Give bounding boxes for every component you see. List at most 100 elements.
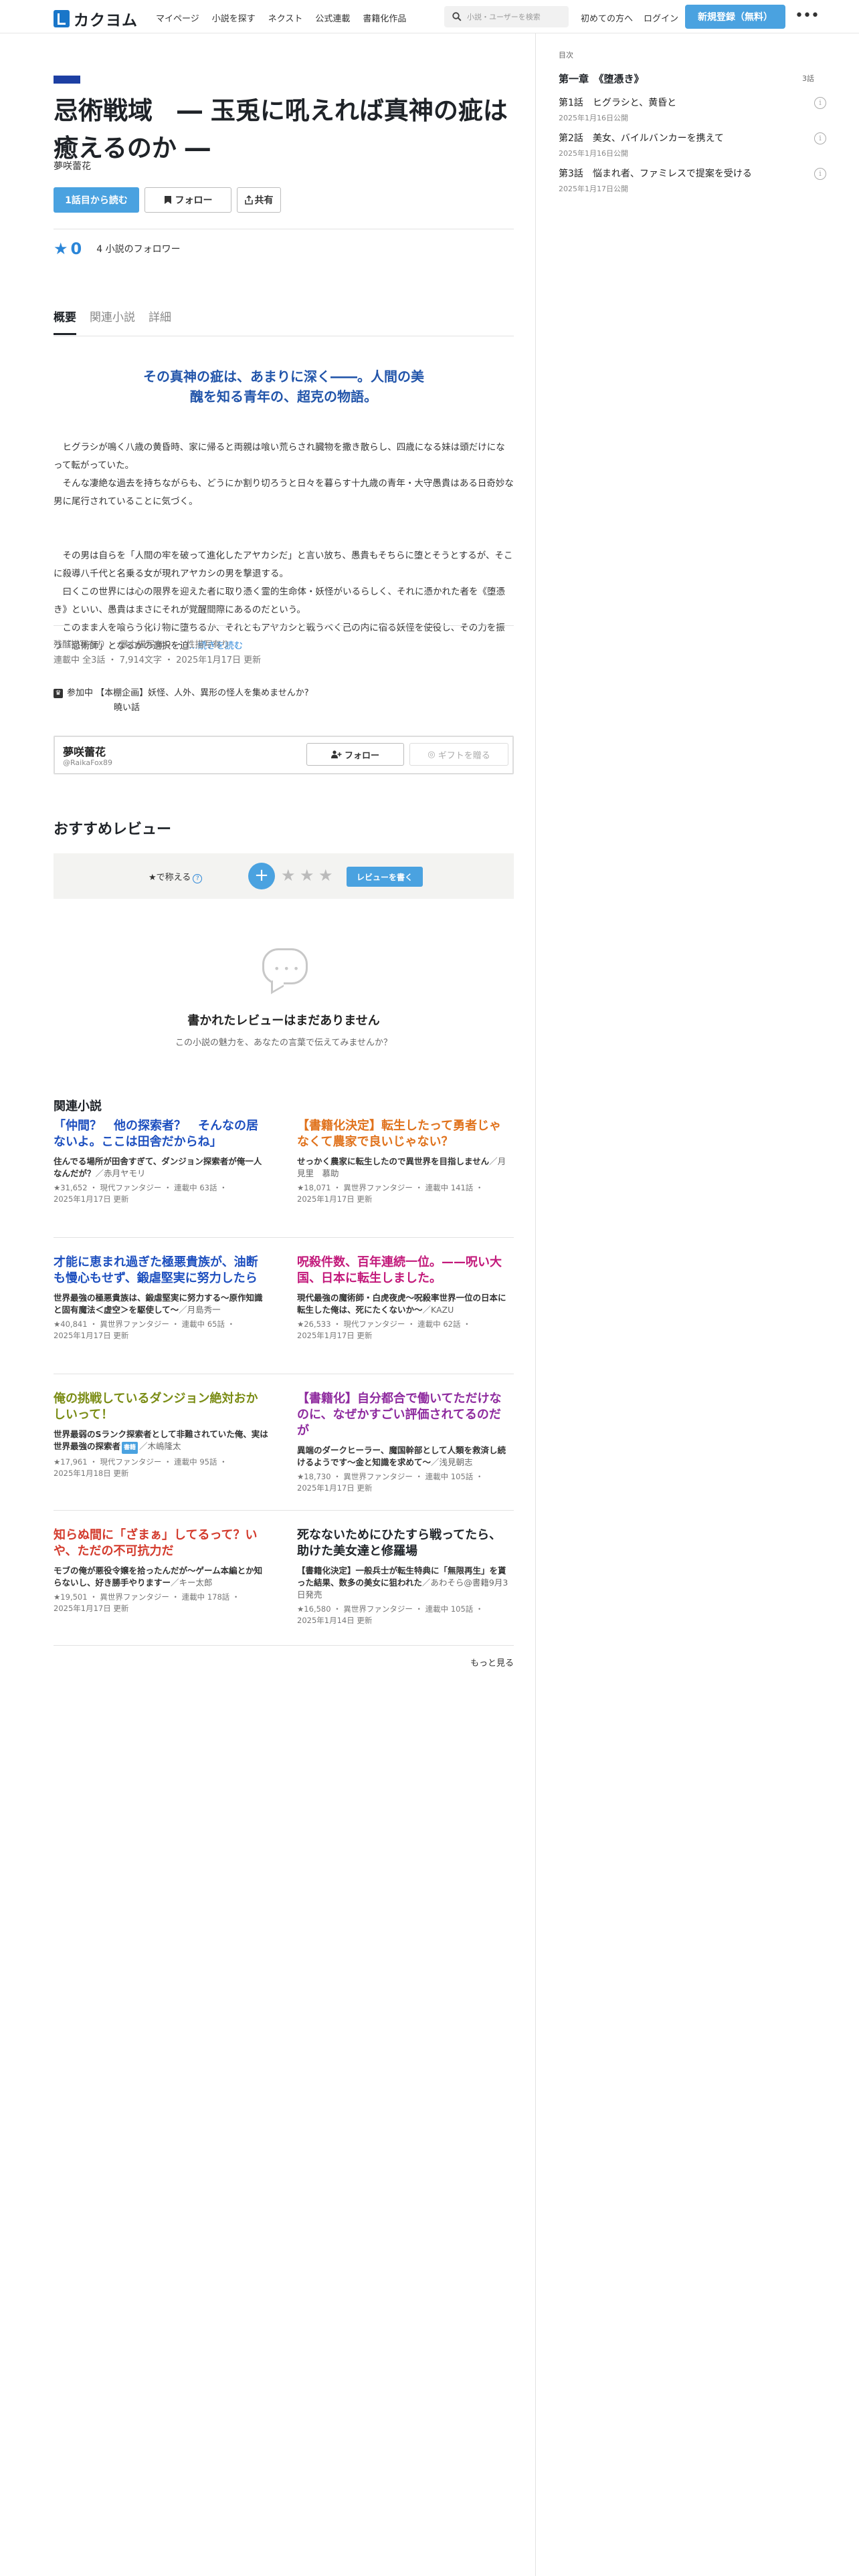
more-menu-button[interactable]: ••• <box>795 7 820 24</box>
related-work-title: 呪殺件数、百年連続一位。——呪い大国、日本に転生しました。 <box>297 1255 502 1285</box>
related-work-catch-text: 異端のダークヒーラー、魔国幹部として人類を救済し続けるようです〜金と知識を求めて… <box>297 1445 506 1467</box>
tab-details[interactable]: 詳細 <box>149 308 171 335</box>
first-time-link[interactable]: 初めての方へ <box>581 11 633 24</box>
star-icon[interactable]: ★ <box>300 866 314 885</box>
contest-entry[interactable]: ♛ 参加中 【本棚企画】妖怪、人外、異形の怪人を集めませんか? 曉い話 <box>54 686 309 716</box>
catchphrase-line: その真神の疵は、あまりに深く――。人間の美 <box>143 368 424 385</box>
nav-mypage[interactable]: マイページ <box>156 11 199 24</box>
content-warnings: 残酷描写有り ・ 暴力描写有り ・ 性描写有り <box>54 640 230 650</box>
tab-overview[interactable]: 概要 <box>54 308 76 335</box>
related-work-card[interactable]: 【書籍化決定】転生したって勇者じゃなくて農家で良いじゃない？ せっかく農家に転生し… <box>297 1118 512 1205</box>
related-work-title: 【書籍化】自分都合で働いてただけなのに、なぜかすごい評価されてるのだが <box>297 1392 502 1438</box>
contest-title: 参加中 【本棚企画】妖怪、人外、異形の怪人を集めませんか? <box>67 688 309 698</box>
episode-item[interactable]: 第3話 悩まれ者、ファミレスで提案を受ける 2025年1月17日公開 i <box>559 167 826 194</box>
related-work-catch-text: モブの俺が悪役令嬢を拾ったんだが〜ゲーム本編とか知らないし、好き勝手やりますー <box>54 1566 263 1588</box>
kakuyomu-logo-icon <box>54 10 70 27</box>
related-work-card[interactable]: 「仲間？ 他の探索者？ そんなの居ないよ。ここは田舎だからね」 住んでる場所が田舎… <box>54 1118 269 1205</box>
search-input[interactable] <box>467 12 567 21</box>
followers-count[interactable]: 4 小説のフォロワー <box>96 242 180 255</box>
related-work-stats: ★40,841 ・ 異世界ファンタジー ・ 連載中 65話 ・ <box>54 1319 235 1329</box>
related-work-catch-text: 世界最強の極悪貴族は、鍛虐堅実に努力する〜原作知識と固有魔法＜虚空＞を駆使して〜 <box>54 1293 263 1315</box>
related-work-card[interactable]: 【書籍化】自分都合で働いてただけなのに、なぜかすごい評価されてるのだが異端のダー… <box>297 1391 512 1494</box>
more-related-link[interactable]: もっと見る <box>470 1656 514 1669</box>
episode-date: 2025年1月16日公開 <box>559 114 628 122</box>
table-of-contents: 目次 第一章 《堕憑き》 3話 第1話 ヒグラシと、黄昏と 2025年1月16日… <box>535 33 859 2576</box>
related-work-author: ／KAZU <box>422 1305 454 1315</box>
work-author-link[interactable]: 夢咲蕾花 <box>54 159 91 173</box>
related-work-card[interactable]: 呪殺件数、百年連続一位。——呪い大国、日本に転生しました。現代最強の魔術師・白虎… <box>297 1255 512 1341</box>
contest-title-cont: 曉い話 <box>114 703 140 713</box>
global-nav: マイページ 小説を探す ネクスト 公式連載 書籍化作品 <box>156 11 406 24</box>
review-bar: ★で称える? + ★ ★ ★ レビューを書く <box>54 853 514 899</box>
intro-paragraph: そんな凄絶な過去を持ちながらも、どうにか割り切ろうと日々を暮らす十九歳の青年・大… <box>54 478 514 507</box>
related-work-updated: 2025年1月17日 更新 <box>54 1604 129 1613</box>
work-actions: 1話目から読む フォロー 共有 <box>54 187 281 213</box>
login-link[interactable]: ログイン <box>644 11 678 24</box>
user-plus-icon <box>330 750 342 758</box>
introduction: ヒグラシが鳴く八歳の黄昏時、家に帰ると両親は喰い荒らされ臓物を撒き散らし、四歳に… <box>54 439 514 655</box>
register-button[interactable]: 新規登録（無料） <box>685 5 785 29</box>
related-work-card[interactable]: 死なないためにひたすら戦ってたら、助けた美女達と修羅場 【書籍化決定】一般兵士が転… <box>297 1527 512 1626</box>
nav-official[interactable]: 公式連載 <box>315 11 350 24</box>
follow-work-label: フォロー <box>175 195 213 206</box>
follow-author-button[interactable]: フォロー <box>306 743 404 766</box>
intro-paragraph: 曰くこの世界には心の限界を迎えた者に取り憑く霊的生命体・妖怪がいるらしく、それに… <box>54 586 505 615</box>
write-review-button[interactable]: レビューを書く <box>347 867 423 887</box>
related-work-updated: 2025年1月17日 更新 <box>297 1331 373 1340</box>
related-heading: 関連小説 <box>54 1099 102 1113</box>
tab-related[interactable]: 関連小説 <box>90 308 135 335</box>
nav-books[interactable]: 書籍化作品 <box>363 11 406 24</box>
work-status: 連載中 全3話 ・ 7,914文字 ・ 2025年1月17日 更新 <box>54 655 262 665</box>
share-button[interactable]: 共有 <box>237 187 281 213</box>
divider <box>54 1645 514 1646</box>
related-work-stats: ★18,730 ・ 異世界ファンタジー ・ 連載中 105話 ・ <box>297 1472 484 1481</box>
share-icon <box>244 195 253 205</box>
nav-explore[interactable]: 小説を探す <box>212 11 256 24</box>
author-name[interactable]: 夢咲蕾花 <box>63 743 106 759</box>
episode-item[interactable]: 第1話 ヒグラシと、黄昏と 2025年1月16日公開 i <box>559 96 826 123</box>
gift-button[interactable]: ◎ ギフトを贈る <box>409 743 508 766</box>
related-work-meta: ★18,071 ・ 異世界ファンタジー ・ 連載中 141話 ・ 2025年1月1… <box>297 1182 512 1205</box>
no-reviews-title: 書かれたレビューはまだありません <box>187 1014 380 1028</box>
divider <box>54 1510 514 1511</box>
chapter-count: 3話 <box>802 74 814 83</box>
related-work-card[interactable]: 才能に恵まれ過ぎた極悪貴族が、油断も慢心もせず、鍛虐堅実に努力したら世界最強の極… <box>54 1255 269 1341</box>
related-work-catch: せっかく農家に転生したので異世界を目指しません／月見里 慕助 <box>297 1156 512 1180</box>
read-first-button[interactable]: 1話目から読む <box>54 187 139 213</box>
help-icon[interactable]: ? <box>193 874 203 883</box>
info-icon[interactable]: i <box>814 132 826 144</box>
related-work-catch-text: 現代最強の魔術師・白虎夜虎〜呪殺率世界一位の日本に転生した俺は、死にたくないか〜 <box>297 1293 506 1315</box>
info-icon[interactable]: i <box>814 97 826 109</box>
info-icon[interactable]: i <box>814 168 826 180</box>
nav-next[interactable]: ネクスト <box>268 11 303 24</box>
chapter-heading: 第一章 《堕憑き》 3話 <box>559 72 814 86</box>
episode-item[interactable]: 第2話 美女、バイルバンカーを携えて 2025年1月16日公開 i <box>559 131 826 158</box>
star-icon[interactable]: ★ <box>281 866 296 885</box>
related-work-catch: 世界最弱のSランク探索者として非難されていた俺、実は世界最強の探索者 書籍 ／木嶋隆… <box>54 1428 269 1454</box>
related-work-catch-text: 住んでる場所が田舎すぎて、ダンジョン探索者が俺一人なんだが？ <box>54 1156 262 1178</box>
intro-paragraph: その男は自らを「人間の牢を破って進化したアヤカシだ」と言い放ち、愚貴もそちらに堕… <box>54 550 513 579</box>
episode-title: 第3話 悩まれ者、ファミレスで提案を受ける <box>559 169 752 179</box>
author-box: 夢咲蕾花 @RaikaFox89 フォロー ◎ ギフトを贈る <box>54 736 514 774</box>
related-work-card[interactable]: 俺の挑戦しているダンジョン絶対おかしいって！ 世界最弱のSランク探索者として非難さ… <box>54 1391 269 1479</box>
site-logo[interactable]: カクヨム <box>54 7 138 30</box>
related-work-catch: 世界最強の極悪貴族は、鍛虐堅実に努力する〜原作知識と固有魔法＜虚空＞を駆使して〜… <box>54 1292 269 1316</box>
related-work-meta: ★40,841 ・ 異世界ファンタジー ・ 連載中 65話 ・ 2025年1月17… <box>54 1319 269 1341</box>
related-work-catch: 【書籍化決定】一般兵士が転生特典に「無限再生」を貰った結果、数多の美女に狙われた… <box>297 1565 512 1601</box>
episode-title: 第1話 ヒグラシと、黄昏と <box>559 98 677 108</box>
star-icon[interactable]: ★ <box>318 866 333 885</box>
divider <box>54 1237 514 1238</box>
follow-work-button[interactable]: フォロー <box>145 187 231 213</box>
related-work-updated: 2025年1月17日 更新 <box>297 1483 373 1493</box>
episode-date: 2025年1月16日公開 <box>559 149 628 158</box>
related-work-card[interactable]: 知らぬ間に「ざまぁ」してるって？いや、ただの不可抗力だ モブの俺が悪役令嬢を拾った… <box>54 1527 269 1614</box>
add-star-button[interactable]: + <box>248 863 275 889</box>
chapter-title: 第一章 《堕憑き》 <box>559 73 644 85</box>
gift-label: ギフトを贈る <box>438 750 490 761</box>
related-work-title: 才能に恵まれ過ぎた極悪貴族が、油断も慢心もせず、鍛虐堅実に努力したら <box>54 1255 258 1285</box>
related-work-stats: ★26,533 ・ 現代ファンタジー ・ 連載中 62話 ・ <box>297 1319 471 1329</box>
no-reviews-subtitle: この小説の魅力を、あなたの言葉で伝えてみませんか？ <box>175 1038 392 1048</box>
related-work-meta: ★26,533 ・ 現代ファンタジー ・ 連載中 62話 ・ 2025年1月17日… <box>297 1319 512 1341</box>
related-work-stats: ★19,501 ・ 異世界ファンタジー ・ 連載中 178話 ・ <box>54 1592 240 1602</box>
related-work-author: ／赤月ヤモリ <box>95 1168 146 1178</box>
